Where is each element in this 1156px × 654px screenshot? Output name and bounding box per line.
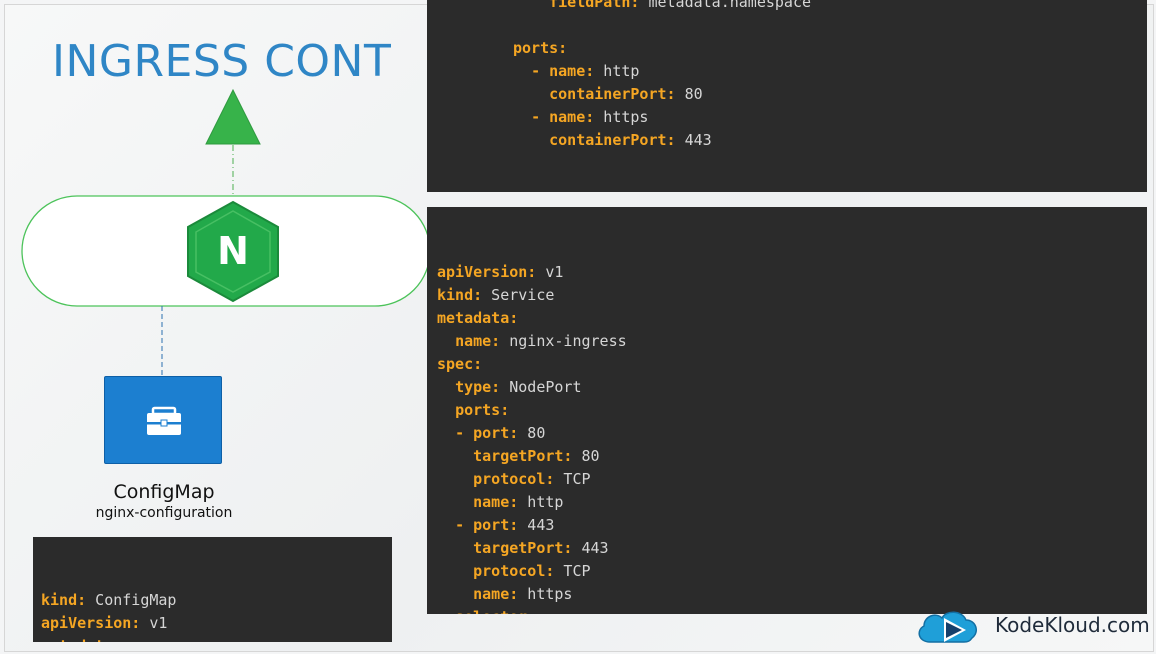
yaml-value: TCP (554, 470, 591, 488)
yaml-key: selector: (455, 608, 536, 614)
code-line: metadata: (437, 307, 1147, 330)
yaml-value: ConfigMap (86, 591, 177, 609)
code-line: fieldPath: metadata.namespace (513, 0, 811, 14)
yaml-value: 80 (572, 447, 600, 465)
code-line: apiVersion: v1 (41, 612, 392, 635)
code-line: ports: (513, 37, 811, 60)
yaml-key: containerPort: (549, 131, 676, 149)
yaml-value: 443 (572, 539, 609, 557)
code-line: kind: Service (437, 284, 1147, 307)
code-line: protocol: TCP (437, 560, 1147, 583)
yaml-key: apiVersion: (41, 614, 141, 632)
yaml-value: 80 (675, 85, 703, 103)
yaml-key: ports: (455, 401, 510, 419)
code-line: name: https (437, 583, 1147, 606)
code-lines: kind: ConfigMapapiVersion: v1metadata: n… (41, 589, 392, 642)
yaml-value: 443 (518, 516, 555, 534)
yaml-key: type: (455, 378, 501, 396)
configmap-label: ConfigMap (113, 481, 215, 503)
yaml-value: v1 (140, 614, 168, 632)
yaml-key: apiVersion: (437, 263, 537, 281)
yaml-key: kind: (41, 591, 87, 609)
code-block-configmap: kind: ConfigMapapiVersion: v1metadata: n… (33, 537, 392, 642)
yaml-value: http (594, 62, 640, 80)
yaml-key: protocol: (473, 562, 555, 580)
code-line: apiVersion: v1 (437, 261, 1147, 284)
yaml-key: metadata: (41, 637, 122, 642)
yaml-value: nginx-ingress (500, 332, 627, 350)
code-line: type: NodePort (437, 376, 1147, 399)
code-line: - name: http (513, 60, 811, 83)
code-line: containerPort: 443 (513, 129, 811, 152)
code-line: kind: ConfigMap (41, 589, 392, 612)
yaml-value: https (518, 585, 573, 603)
yaml-key: - port: (455, 424, 519, 442)
code-line: metadata: (41, 635, 392, 642)
code-block-service: apiVersion: v1 kind: Service metadata: nam… (427, 207, 1147, 614)
yaml-key: targetPort: (473, 447, 573, 465)
briefcase-icon (147, 406, 181, 435)
code-line: name: nginx-ingress (437, 330, 1147, 353)
yaml-key: targetPort: (473, 539, 573, 557)
yaml-value: TCP (554, 562, 591, 580)
code-line: targetPort: 80 (437, 445, 1147, 468)
yaml-value: NodePort (500, 378, 582, 396)
yaml-key: fieldPath: (549, 0, 640, 11)
yaml-key: containerPort: (549, 85, 676, 103)
yaml-value: v1 (536, 263, 564, 281)
configmap-box (104, 376, 222, 464)
yaml-value: metadata.namespace (639, 0, 812, 11)
code-line: - port: 443 (437, 514, 1147, 537)
nginx-letter: N (217, 229, 249, 273)
yaml-key: - name: (531, 62, 595, 80)
code-line: - port: 80 (437, 422, 1147, 445)
yaml-key: ports: (513, 39, 568, 57)
yaml-key: metadata: (437, 309, 519, 327)
yaml-key: name: (473, 493, 519, 511)
yaml-key: name: (473, 585, 519, 603)
code-line: spec: (437, 353, 1147, 376)
code-line: protocol: TCP (437, 468, 1147, 491)
brand-name: KodeKloud.com (995, 613, 1150, 637)
yaml-value: 80 (518, 424, 546, 442)
yaml-key: spec: (437, 355, 483, 373)
code-line: - name: https (513, 106, 811, 129)
yaml-key: protocol: (473, 470, 555, 488)
configmap-name: nginx-configuration (95, 505, 233, 521)
code-block-deployment-ports: fieldPath: metadata.namespace ports: - na… (427, 0, 1147, 192)
triangle-arrow-icon (205, 88, 261, 145)
yaml-key: name: (455, 332, 501, 350)
code-line: targetPort: 443 (437, 537, 1147, 560)
code-line: name: http (437, 491, 1147, 514)
yaml-key: kind: (437, 286, 483, 304)
code-lines: apiVersion: v1 kind: Service metadata: nam… (437, 261, 1147, 614)
yaml-key: - name: (531, 108, 595, 126)
yaml-value: 443 (675, 131, 712, 149)
code-line: ports: (437, 399, 1147, 422)
code-lines: fieldPath: metadata.namespace ports: - na… (513, 0, 811, 152)
yaml-value: https (594, 108, 649, 126)
yaml-value: Service (482, 286, 555, 304)
yaml-value: http (518, 493, 564, 511)
code-line: containerPort: 80 (513, 83, 811, 106)
yaml-key: - port: (455, 516, 519, 534)
